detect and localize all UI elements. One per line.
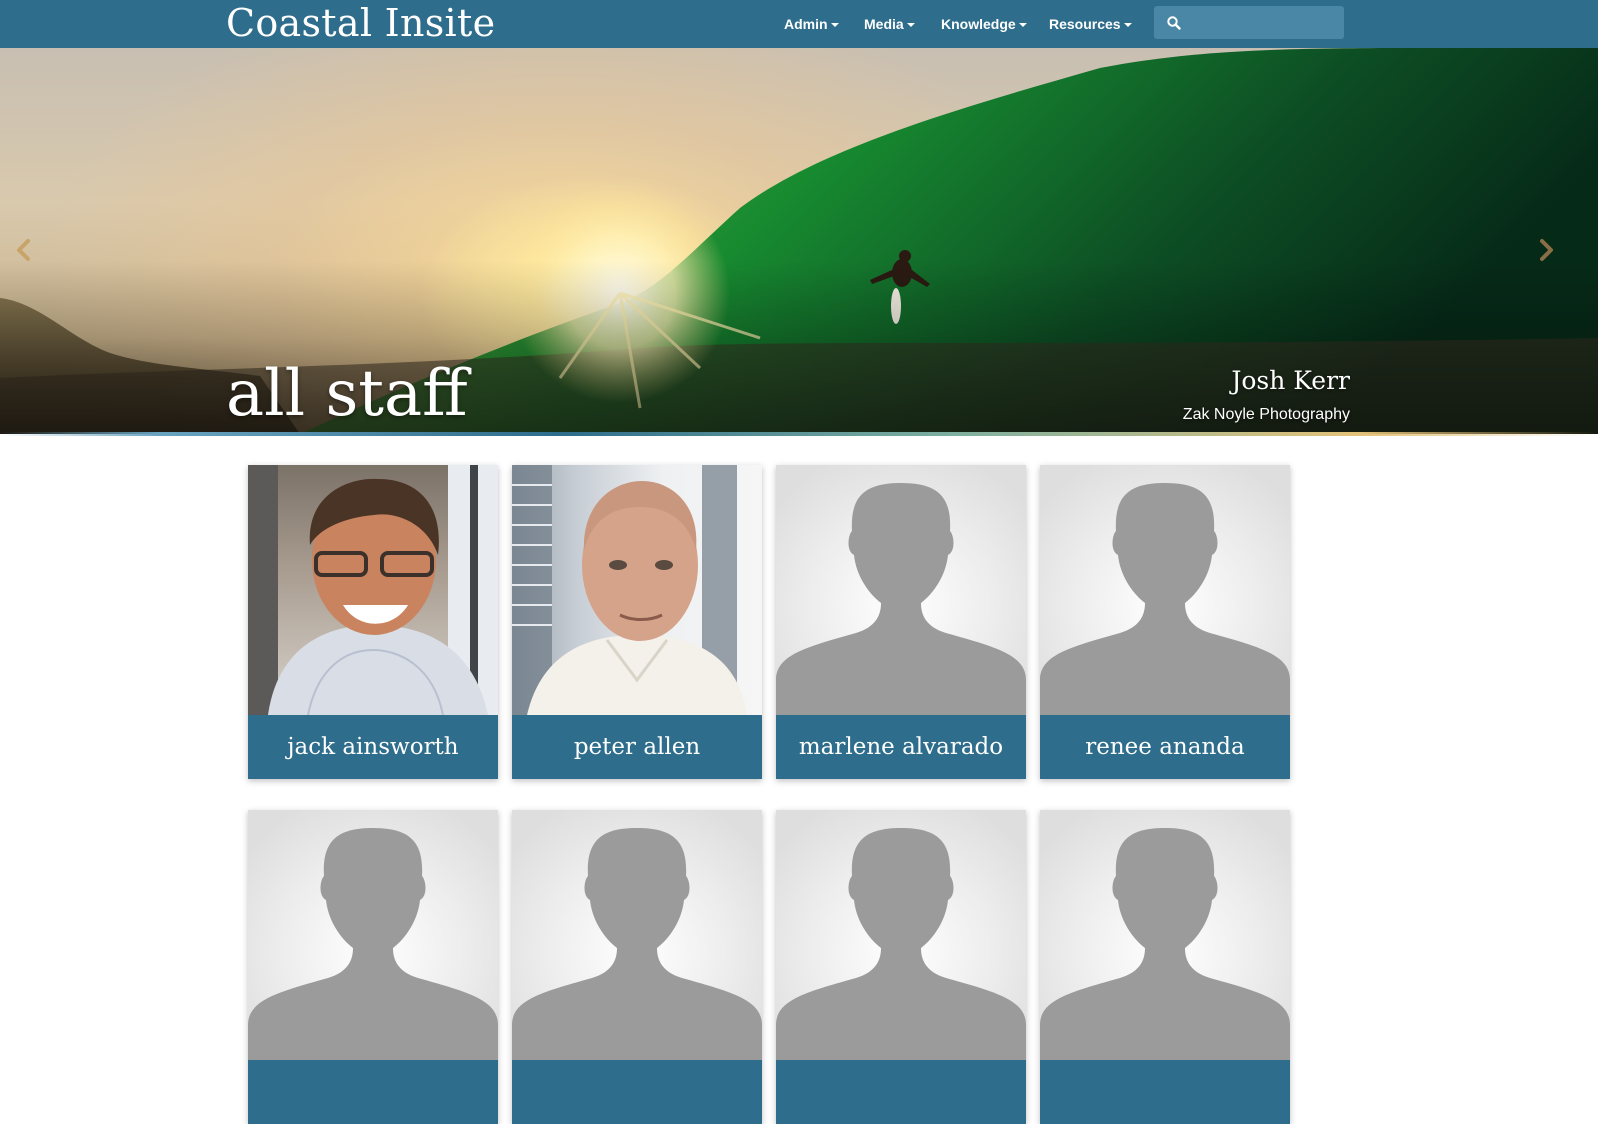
staff-photo	[1040, 810, 1290, 1060]
search-input[interactable]	[1188, 10, 1340, 37]
nav-resources[interactable]: Resources	[1049, 14, 1132, 34]
caret-down-icon	[1018, 23, 1027, 28]
avatar	[512, 465, 747, 715]
staff-card[interactable]: renee ananda	[1040, 465, 1290, 779]
staff-name: jack ainsworth	[248, 715, 498, 779]
photo-credit-name: Josh Kerr	[1231, 366, 1350, 395]
search-icon[interactable]	[1166, 15, 1182, 31]
caret-down-icon	[1123, 23, 1132, 28]
person-silhouette-icon	[512, 828, 762, 1060]
staff-card[interactable]: peter allen	[512, 465, 762, 779]
nav-media-label: Media	[864, 16, 904, 32]
avatar	[248, 465, 498, 715]
staff-card[interactable]	[248, 810, 498, 1124]
site-brand[interactable]: Coastal Insite	[226, 0, 495, 48]
staff-name	[776, 1060, 1026, 1124]
staff-photo	[512, 810, 762, 1060]
person-silhouette-icon	[248, 828, 498, 1060]
staff-photo	[776, 465, 1026, 715]
nav-resources-label: Resources	[1049, 16, 1121, 32]
staff-card[interactable]	[512, 810, 762, 1124]
staff-name	[248, 1060, 498, 1124]
nav-admin[interactable]: Admin	[784, 14, 839, 34]
caret-down-icon	[830, 23, 839, 28]
page-title: all staff	[226, 357, 468, 431]
hero-banner: all staff Josh Kerr Zak Noyle Photograph…	[0, 48, 1598, 434]
person-silhouette-icon	[1040, 483, 1290, 715]
staff-name: peter allen	[512, 715, 762, 779]
top-navbar: Coastal Insite Admin Media Knowledge Res…	[0, 0, 1598, 48]
staff-photo	[776, 810, 1026, 1060]
staff-photo	[248, 465, 498, 715]
staff-name: marlene alvarado	[776, 715, 1026, 779]
search-box[interactable]	[1154, 6, 1344, 39]
staff-card[interactable]	[1040, 810, 1290, 1124]
nav-admin-label: Admin	[784, 16, 828, 32]
staff-name	[512, 1060, 762, 1124]
person-silhouette-icon	[776, 483, 1026, 715]
staff-card[interactable]	[776, 810, 1026, 1124]
nav-media[interactable]: Media	[864, 14, 915, 34]
nav-knowledge-label: Knowledge	[941, 16, 1016, 32]
staff-name: renee ananda	[1040, 715, 1290, 779]
nav-knowledge[interactable]: Knowledge	[941, 14, 1027, 34]
chevron-left-icon[interactable]	[14, 238, 34, 262]
chevron-right-icon[interactable]	[1536, 238, 1556, 262]
person-silhouette-icon	[776, 828, 1026, 1060]
person-silhouette-icon	[1040, 828, 1290, 1060]
staff-photo	[248, 810, 498, 1060]
staff-photo	[512, 465, 762, 715]
staff-card[interactable]: jack ainsworth	[248, 465, 498, 779]
caret-down-icon	[906, 23, 915, 28]
staff-name	[1040, 1060, 1290, 1124]
hero-divider	[0, 432, 1598, 436]
staff-photo	[1040, 465, 1290, 715]
staff-card[interactable]: marlene alvarado	[776, 465, 1026, 779]
photo-credit-source: Zak Noyle Photography	[1182, 406, 1350, 423]
